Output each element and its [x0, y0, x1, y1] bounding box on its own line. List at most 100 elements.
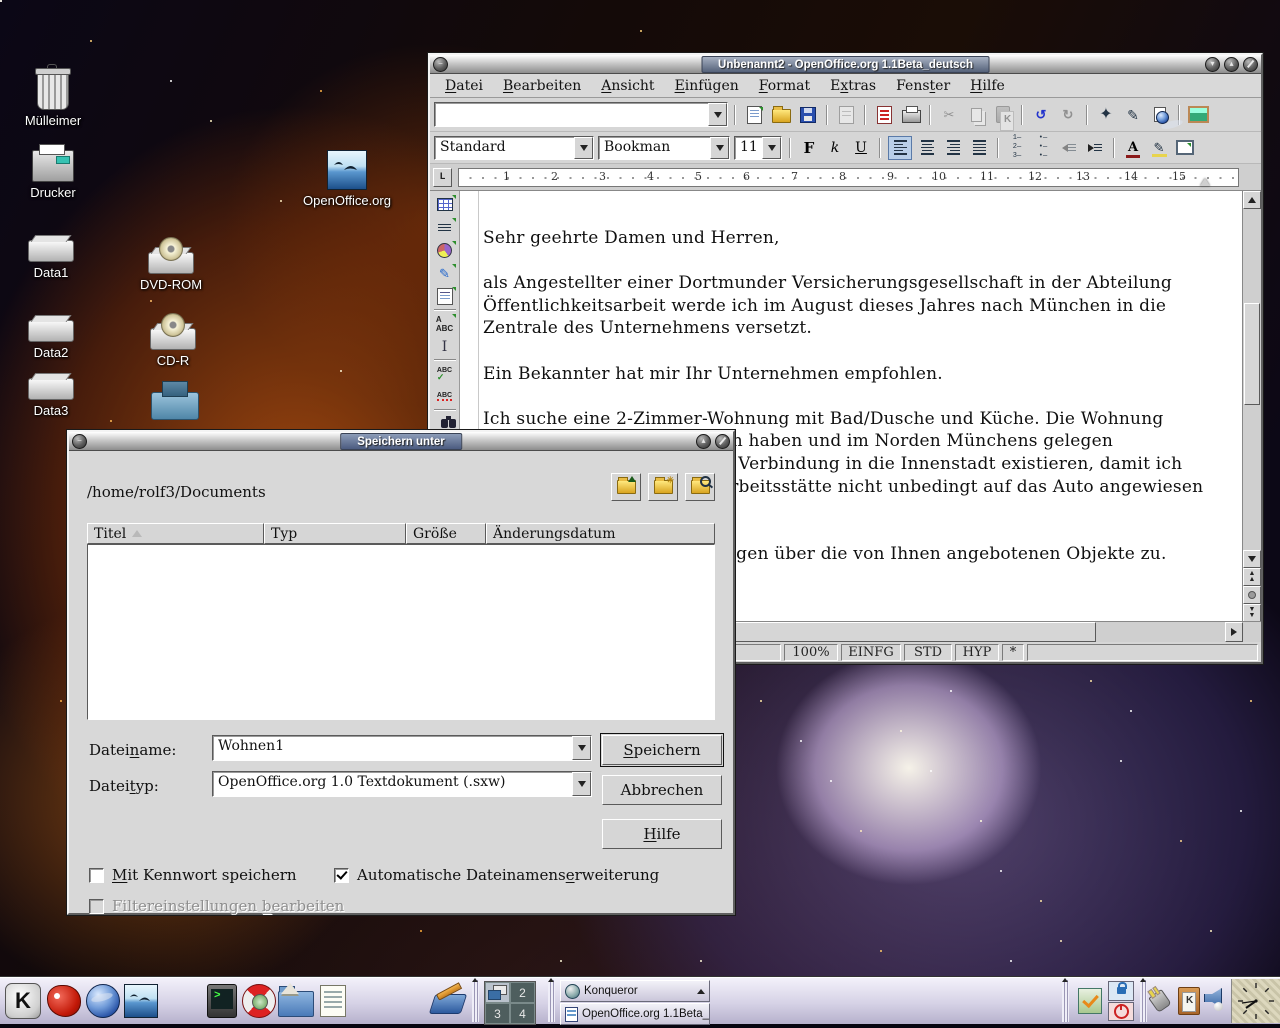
menu-datei[interactable]: Datei	[436, 76, 492, 96]
zoom-status-cell[interactable]: 100%	[784, 644, 838, 661]
klipper-tray[interactable]	[1178, 987, 1200, 1015]
autotext-icon[interactable]: AABC	[433, 313, 457, 334]
k-menu-button[interactable]: K	[4, 982, 42, 1020]
export-pdf-icon[interactable]	[872, 104, 896, 126]
cancel-button[interactable]: Abbrechen	[602, 775, 722, 805]
menu-bearbeiten[interactable]: Bearbeiten	[494, 76, 590, 96]
password-checkbox[interactable]: Mit Kennwort speichern	[89, 866, 297, 884]
checkbox-icon[interactable]	[89, 868, 104, 883]
menu-ansicht[interactable]: Ansicht	[592, 76, 663, 96]
next-page-button[interactable]: ▼▼	[1243, 604, 1261, 622]
align-right-button[interactable]	[942, 137, 964, 159]
desktop-tool-launcher[interactable]	[428, 982, 466, 1020]
text-editor-launcher[interactable]	[314, 982, 352, 1020]
panel-clock[interactable]	[1231, 979, 1280, 1023]
justify-button[interactable]	[968, 137, 990, 159]
logout-button[interactable]	[1108, 1002, 1134, 1022]
previous-page-button[interactable]: ▲▲	[1243, 568, 1261, 586]
highlighting-button[interactable]: ✎	[1148, 137, 1170, 159]
filetype-combobox[interactable]: OpenOffice.org 1.0 Textdokument (.sxw)	[212, 771, 592, 797]
menu-extras[interactable]: Extras	[821, 76, 885, 96]
lock-screen-button[interactable]	[1108, 981, 1134, 1001]
scroll-right-button[interactable]	[1225, 622, 1243, 642]
home-folder-launcher[interactable]	[277, 982, 315, 1020]
suse-watcher-tray[interactable]	[1078, 988, 1102, 1014]
underline-button[interactable]: U	[850, 137, 872, 159]
filename-combobox[interactable]: Wohnen1	[212, 735, 592, 761]
dialog-titlebar[interactable]: − Speichern unter ▴	[69, 432, 733, 451]
form-functions-icon[interactable]	[433, 286, 457, 307]
dropdown-arrow-icon[interactable]	[762, 137, 781, 159]
pager-desktop-2[interactable]: 2	[510, 982, 535, 1003]
column-type[interactable]: Typ	[264, 523, 406, 544]
italic-button[interactable]: k	[824, 137, 846, 159]
font-size-combobox[interactable]: 11	[734, 136, 782, 160]
up-one-level-button[interactable]	[611, 473, 641, 501]
volume-tray[interactable]	[1204, 988, 1222, 1008]
checkbox-checked-icon[interactable]	[334, 868, 349, 883]
oo-titlebar[interactable]: − Unbenannt2 - OpenOffice.org 1.1Beta_de…	[430, 55, 1261, 74]
desktop-icon-openoffice[interactable]: OpenOffice.org	[304, 150, 390, 208]
desktop-icon-floppy[interactable]	[132, 392, 218, 420]
terminal-launcher[interactable]	[203, 982, 241, 1020]
power-plug-tray[interactable]	[1152, 990, 1168, 1008]
insert-fields-icon[interactable]	[433, 217, 457, 238]
default-directory-button[interactable]	[685, 473, 715, 501]
tray-handle[interactable]	[1140, 980, 1147, 1022]
panel-handle[interactable]	[472, 980, 479, 1022]
scroll-down-button[interactable]	[1243, 550, 1261, 568]
paragraph-style-combobox[interactable]: Standard	[434, 136, 594, 160]
hyperlink-mode-cell[interactable]: HYP	[955, 644, 999, 661]
dropdown-arrow-icon[interactable]	[710, 137, 729, 159]
desktop-icon-cdr[interactable]: CD-R	[130, 328, 216, 368]
navigation-button[interactable]	[1243, 586, 1261, 604]
column-modified[interactable]: Änderungsdatum	[486, 523, 715, 544]
file-list[interactable]	[87, 544, 715, 720]
dropdown-arrow-icon[interactable]	[572, 736, 591, 760]
stylist-icon[interactable]: ✎	[1121, 104, 1145, 126]
undo-icon[interactable]: ↺	[1029, 104, 1053, 126]
selection-mode-cell[interactable]: STD	[904, 644, 952, 661]
vscroll-thumb[interactable]	[1244, 303, 1260, 405]
desktop-icon-printer[interactable]: Drucker	[10, 150, 96, 200]
dropdown-arrow-icon[interactable]	[574, 137, 593, 159]
tray-handle[interactable]	[1062, 980, 1069, 1022]
desktop-icon-data3[interactable]: Data3	[8, 378, 94, 418]
insert-object-icon[interactable]	[433, 240, 457, 261]
numbered-list-button[interactable]: 1—2—3—	[1006, 137, 1028, 159]
draw-functions-icon[interactable]: ✎	[433, 263, 457, 284]
hyperlink-icon[interactable]	[1148, 104, 1172, 126]
menu-format[interactable]: Format	[750, 76, 819, 96]
auto-extension-checkbox[interactable]: Automatische Dateinamenserweiterung	[334, 866, 659, 884]
maximize-button[interactable]: ▴	[1224, 57, 1239, 72]
insert-cursor-icon[interactable]: I	[433, 336, 457, 357]
font-color-button[interactable]: A	[1122, 137, 1144, 159]
cut-icon[interactable]: ✂	[937, 104, 961, 126]
close-button[interactable]	[1243, 57, 1258, 72]
copy-icon[interactable]	[964, 104, 988, 126]
gallery-icon[interactable]	[1186, 104, 1210, 126]
insert-table-icon[interactable]	[433, 194, 457, 215]
url-combobox[interactable]	[434, 102, 728, 127]
menu-einfuegen[interactable]: Einfügen	[666, 76, 748, 96]
desktop-icon-data1[interactable]: Data1	[8, 240, 94, 280]
decrease-indent-button[interactable]	[1058, 137, 1080, 159]
dialog-menu-button[interactable]: −	[72, 434, 87, 449]
pager-desktop-4[interactable]: 4	[510, 1003, 535, 1024]
suse-mascot-launcher[interactable]	[45, 982, 83, 1020]
vertical-scrollbar[interactable]: ▲▲ ▼▼	[1242, 191, 1261, 622]
menu-fenster[interactable]: Fenster	[887, 76, 959, 96]
column-size[interactable]: Größe	[406, 523, 486, 544]
minimize-button[interactable]: ▾	[1205, 57, 1220, 72]
help-center-launcher[interactable]	[240, 982, 278, 1020]
task-openoffice[interactable]: OpenOffice.org 1.1Beta_deut	[560, 1003, 710, 1025]
save-button[interactable]: Speichern	[602, 735, 722, 765]
insert-mode-cell[interactable]: EINFG	[841, 644, 901, 661]
dropdown-arrow-icon[interactable]	[708, 103, 727, 126]
dropdown-arrow-icon[interactable]	[572, 772, 591, 796]
open-document-icon[interactable]	[769, 104, 793, 126]
horizontal-ruler[interactable]: 1 2 3 4 5 6 7 8 9 10 11 12 13 14 15	[458, 168, 1239, 187]
web-browser-launcher[interactable]	[84, 982, 122, 1020]
font-name-combobox[interactable]: Bookman	[598, 136, 730, 160]
redo-icon[interactable]: ↻	[1056, 104, 1080, 126]
